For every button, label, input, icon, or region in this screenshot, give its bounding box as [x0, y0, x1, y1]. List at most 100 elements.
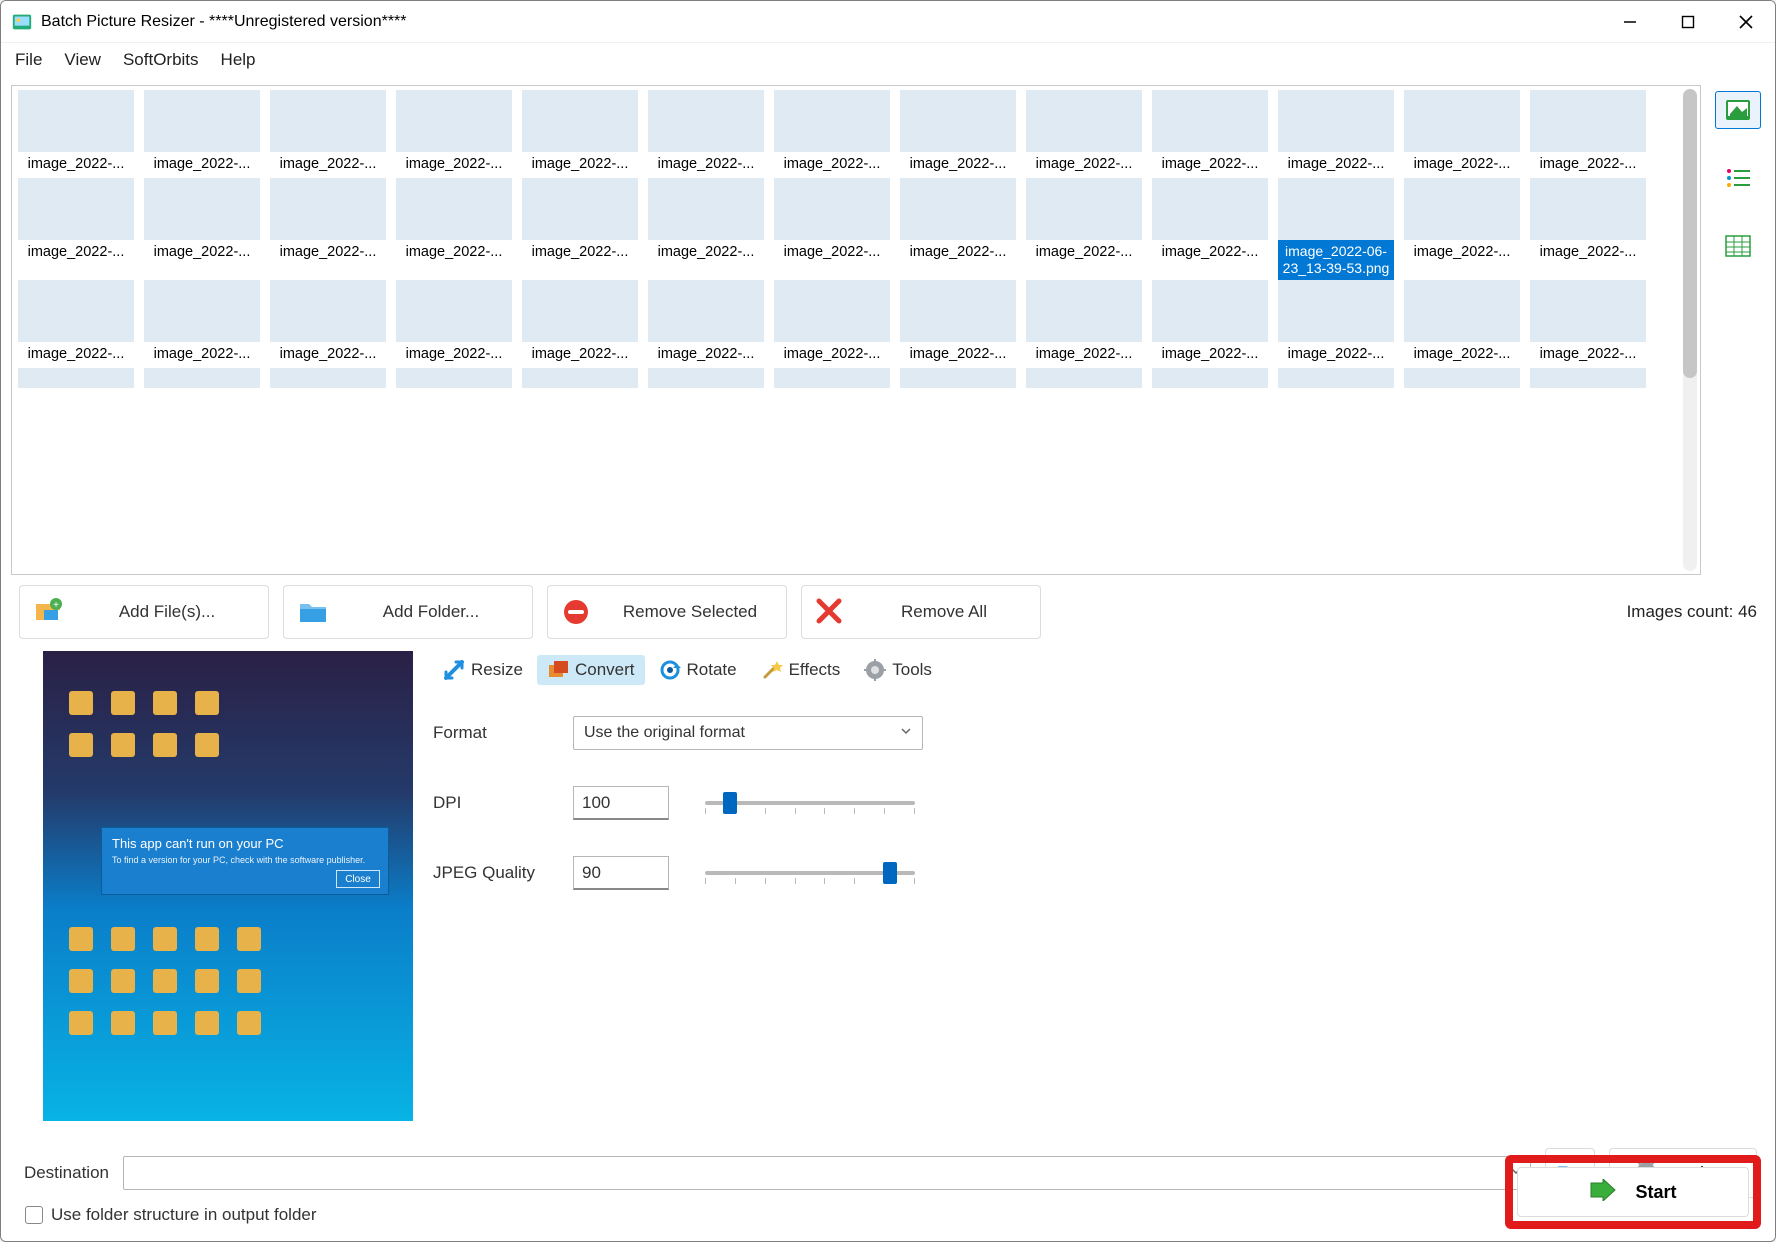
thumbnail-caption: image_2022-... — [1404, 240, 1520, 266]
thumbnail-image — [1026, 368, 1142, 388]
thumbnail-caption: image_2022-... — [270, 240, 386, 266]
thumbnail-item[interactable]: image_2022-06-23_13-39-53.png — [1276, 178, 1396, 280]
thumbnail-item[interactable] — [1150, 368, 1270, 388]
thumbnail-item[interactable]: image_2022-... — [1024, 90, 1144, 178]
thumbnail-item[interactable]: image_2022-... — [1528, 280, 1648, 368]
thumbnail-caption: image_2022-... — [1530, 240, 1646, 266]
minimize-button[interactable] — [1601, 1, 1659, 42]
thumbnail-item[interactable]: image_2022-... — [16, 178, 136, 280]
add-folder-button[interactable]: Add Folder... — [283, 585, 533, 639]
thumbnail-item[interactable]: image_2022-... — [772, 280, 892, 368]
tab-convert[interactable]: Convert — [537, 655, 645, 685]
thumbnail-item[interactable] — [268, 368, 388, 388]
thumbnail-item[interactable]: image_2022-... — [1024, 280, 1144, 368]
thumbnail-item[interactable]: image_2022-... — [394, 178, 514, 280]
thumbnail-item[interactable]: image_2022-... — [1150, 90, 1270, 178]
thumbnail-item[interactable]: image_2022-... — [1402, 90, 1522, 178]
thumbnail-item[interactable]: image_2022-... — [1528, 178, 1648, 280]
thumbnail-caption: image_2022-... — [396, 152, 512, 178]
thumbnail-gallery[interactable]: image_2022-...image_2022-...image_2022-.… — [11, 85, 1701, 575]
thumbnail-item[interactable] — [1402, 368, 1522, 388]
thumbnail-item[interactable]: image_2022-... — [142, 280, 262, 368]
thumbnail-item[interactable]: image_2022-... — [394, 90, 514, 178]
tab-effects[interactable]: Effects — [751, 655, 851, 685]
view-details-button[interactable] — [1715, 227, 1761, 265]
gallery-scrollbar[interactable] — [1683, 89, 1697, 571]
thumbnail-item[interactable] — [16, 368, 136, 388]
view-list-button[interactable] — [1715, 159, 1761, 197]
thumbnail-caption: image_2022-... — [270, 342, 386, 368]
remove-all-button[interactable]: Remove All — [801, 585, 1041, 639]
resize-icon — [443, 659, 465, 681]
format-select[interactable]: Use the original format — [573, 716, 923, 750]
maximize-button[interactable] — [1659, 1, 1717, 42]
thumbnail-item[interactable] — [646, 368, 766, 388]
menu-help[interactable]: Help — [221, 50, 256, 70]
folder-structure-checkbox[interactable] — [25, 1206, 43, 1224]
format-label: Format — [433, 723, 573, 743]
jpeg-quality-input[interactable]: 90 — [573, 856, 669, 890]
thumbnail-caption: image_2022-06-23_13-39-53.png — [1278, 240, 1394, 280]
dpi-input[interactable]: 100 — [573, 786, 669, 820]
thumbnail-item[interactable]: image_2022-... — [520, 90, 640, 178]
thumbnail-item[interactable] — [1276, 368, 1396, 388]
thumbnail-item[interactable]: image_2022-... — [1402, 280, 1522, 368]
thumbnail-item[interactable]: image_2022-... — [1276, 90, 1396, 178]
thumbnail-item[interactable] — [898, 368, 1018, 388]
start-button[interactable]: Start — [1517, 1167, 1749, 1217]
thumbnail-item[interactable] — [142, 368, 262, 388]
close-button[interactable] — [1717, 1, 1775, 42]
view-thumbnails-button[interactable] — [1715, 91, 1761, 129]
thumbnail-item[interactable]: image_2022-... — [1150, 280, 1270, 368]
dpi-label: DPI — [433, 793, 573, 813]
thumbnail-caption: image_2022-... — [18, 240, 134, 266]
thumbnail-item[interactable]: image_2022-... — [268, 280, 388, 368]
thumbnail-item[interactable]: image_2022-... — [142, 90, 262, 178]
thumbnail-item[interactable] — [1024, 368, 1144, 388]
remove-selected-button[interactable]: Remove Selected — [547, 585, 787, 639]
thumbnail-item[interactable]: image_2022-... — [1528, 90, 1648, 178]
thumbnail-item[interactable]: image_2022-... — [520, 280, 640, 368]
thumbnail-item[interactable]: image_2022-... — [772, 178, 892, 280]
thumbnail-item[interactable]: image_2022-... — [898, 178, 1018, 280]
thumbnail-item[interactable]: image_2022-... — [1150, 178, 1270, 280]
thumbnail-caption: image_2022-... — [1404, 152, 1520, 178]
thumbnail-item[interactable] — [772, 368, 892, 388]
thumbnail-item[interactable]: image_2022-... — [898, 90, 1018, 178]
menu-file[interactable]: File — [15, 50, 42, 70]
thumbnail-item[interactable]: image_2022-... — [1024, 178, 1144, 280]
thumbnail-item[interactable]: image_2022-... — [142, 178, 262, 280]
thumbnail-item[interactable]: image_2022-... — [646, 90, 766, 178]
thumbnail-item[interactable]: image_2022-... — [16, 280, 136, 368]
action-toolbar: + Add File(s)... Add Folder... Remove Se… — [1, 579, 1775, 645]
menu-view[interactable]: View — [64, 50, 101, 70]
menu-softorbits[interactable]: SoftOrbits — [123, 50, 199, 70]
thumbnail-item[interactable]: image_2022-... — [16, 90, 136, 178]
thumbnail-item[interactable]: image_2022-... — [520, 178, 640, 280]
thumbnail-caption: image_2022-... — [900, 152, 1016, 178]
tab-rotate[interactable]: Rotate — [649, 655, 747, 685]
destination-combobox[interactable] — [123, 1156, 1531, 1190]
rotate-icon — [659, 659, 681, 681]
thumbnail-item[interactable]: image_2022-... — [1402, 178, 1522, 280]
thumbnail-image — [18, 280, 134, 342]
thumbnail-item[interactable] — [394, 368, 514, 388]
thumbnail-item[interactable] — [520, 368, 640, 388]
thumbnail-item[interactable]: image_2022-... — [646, 280, 766, 368]
thumbnail-image — [1278, 368, 1394, 388]
jpeg-quality-slider[interactable] — [705, 858, 915, 888]
thumbnail-item[interactable]: image_2022-... — [394, 280, 514, 368]
tab-resize[interactable]: Resize — [433, 655, 533, 685]
thumbnail-caption: image_2022-... — [774, 152, 890, 178]
thumbnail-item[interactable]: image_2022-... — [268, 90, 388, 178]
thumbnail-item[interactable]: image_2022-... — [268, 178, 388, 280]
tab-tools[interactable]: Tools — [854, 655, 942, 685]
add-files-button[interactable]: + Add File(s)... — [19, 585, 269, 639]
dpi-slider[interactable] — [705, 788, 915, 818]
thumbnail-item[interactable]: image_2022-... — [772, 90, 892, 178]
thumbnail-item[interactable]: image_2022-... — [898, 280, 1018, 368]
thumbnail-item[interactable]: image_2022-... — [646, 178, 766, 280]
preview-dialog-close: Close — [336, 870, 380, 888]
thumbnail-item[interactable] — [1528, 368, 1648, 388]
thumbnail-item[interactable]: image_2022-... — [1276, 280, 1396, 368]
